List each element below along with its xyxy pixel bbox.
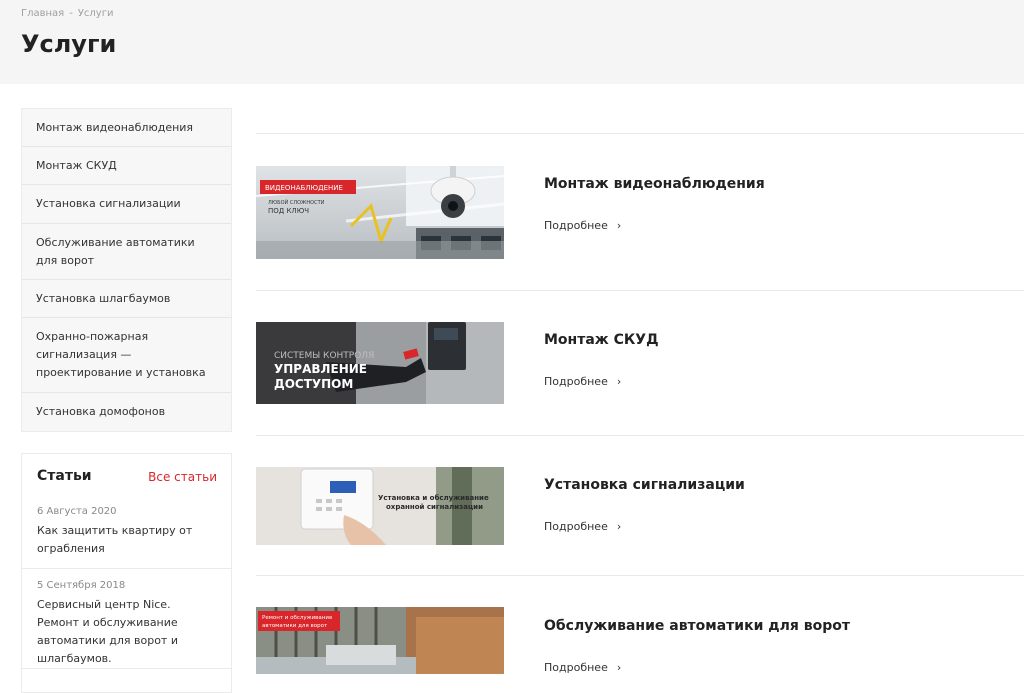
article-item (22, 668, 231, 669)
banner-text: Установка и обслуживание (378, 494, 489, 502)
breadcrumb: Главная - Услуги (21, 8, 113, 19)
chevron-right-icon: › (616, 375, 622, 388)
divider (256, 435, 1024, 436)
service-more-link[interactable]: Подробнее › (544, 219, 621, 232)
sidebar-item-label: Установка шлагбаумов (36, 291, 171, 305)
sidebar-item-label: Охранно-пожарная сигнализация — проектир… (36, 330, 206, 379)
sidebar-item-label: Установка домофонов (36, 405, 166, 418)
sidebar-item-access-control[interactable]: Монтаж СКУД (22, 147, 231, 185)
sidebar-item-video-surveillance[interactable]: Монтаж видеонаблюдения (22, 109, 231, 147)
page-title: Услуги (21, 30, 117, 58)
banner-text: ЛЮБОЙ СЛОЖНОСТИ (268, 199, 325, 206)
service-title[interactable]: Обслуживание автоматики для ворот (544, 618, 850, 634)
sidebar-menu: Монтаж видеонаблюдения Монтаж СКУД Устан… (21, 108, 232, 432)
sidebar-item-gate-automation[interactable]: Обслуживание автоматики для ворот (22, 224, 231, 280)
sidebar-item-label: Монтаж видеонаблюдения (36, 120, 194, 134)
more-label: Подробнее (544, 375, 608, 388)
article-title: Как защитить квартиру от ограбления (37, 524, 193, 555)
sidebar-item-alarm-installation[interactable]: Установка сигнализации (22, 185, 231, 224)
more-label: Подробнее (544, 520, 608, 533)
banner-text: СИСТЕМЫ КОНТРОЛЯ (274, 351, 374, 361)
article-date: 5 Сентября 2018 (37, 580, 126, 591)
service-title[interactable]: Монтаж СКУД (544, 332, 659, 348)
banner-text: охранной сигнализации (386, 503, 483, 511)
chevron-right-icon: › (616, 661, 622, 674)
breadcrumb-current: Услуги (77, 8, 114, 19)
breadcrumb-separator: - (69, 8, 73, 19)
service-title[interactable]: Монтаж видеонаблюдения (544, 176, 765, 192)
article-item[interactable]: 5 Сентября 2018 Сервисный центр Nice. Ре… (22, 568, 231, 668)
articles-title: Статьи (37, 468, 92, 484)
chevron-right-icon: › (616, 219, 622, 232)
sidebar-item-fire-alarm[interactable]: Охранно-пожарная сигнализация — проектир… (22, 318, 231, 393)
service-more-link[interactable]: Подробнее › (544, 375, 621, 388)
sidebar-item-label: Монтаж СКУД (36, 158, 117, 172)
service-more-link[interactable]: Подробнее › (544, 520, 621, 533)
sidebar-item-label: Обслуживание автоматики для ворот (36, 235, 195, 267)
divider (256, 575, 1024, 576)
services-list: ВИДЕОНАБЛЮДЕНИЕ ЛЮБОЙ СЛОЖНОСТИ ПОД КЛЮЧ… (256, 0, 1024, 685)
articles-header: Статьи Все статьи (37, 468, 217, 488)
article-date: 6 Августа 2020 (37, 506, 117, 517)
banner-text: автоматики для ворот (262, 623, 328, 629)
banner-text: Ремонт и обслуживание (262, 615, 333, 621)
more-label: Подробнее (544, 219, 608, 232)
banner-text: ДОСТУПОМ (274, 377, 353, 391)
divider (256, 133, 1024, 134)
banner-text: ВИДЕОНАБЛЮДЕНИЕ (265, 184, 343, 192)
articles-widget: Статьи Все статьи 6 Августа 2020 Как защ… (21, 453, 232, 693)
service-image-gates[interactable]: Ремонт и обслуживание автоматики для вор… (256, 607, 504, 674)
divider (256, 290, 1024, 291)
more-label: Подробнее (544, 661, 608, 674)
breadcrumb-home-link[interactable]: Главная (21, 8, 64, 19)
sidebar-item-intercoms[interactable]: Установка домофонов (22, 393, 231, 431)
all-articles-link[interactable]: Все статьи (148, 470, 217, 484)
service-image-video[interactable]: ВИДЕОНАБЛЮДЕНИЕ ЛЮБОЙ СЛОЖНОСТИ ПОД КЛЮЧ (256, 166, 504, 259)
sidebar-item-barriers[interactable]: Установка шлагбаумов (22, 280, 231, 318)
chevron-right-icon: › (616, 520, 622, 533)
article-title: Сервисный центр Nice. Ремонт и обслужива… (37, 598, 178, 665)
article-item[interactable]: 6 Августа 2020 Как защитить квартиру от … (22, 495, 231, 558)
service-more-link[interactable]: Подробнее › (544, 661, 621, 674)
service-image-access-control[interactable]: СИСТЕМЫ КОНТРОЛЯ УПРАВЛЕНИЕ ДОСТУПОМ (256, 322, 504, 404)
service-title[interactable]: Установка сигнализации (544, 477, 745, 493)
banner-text: УПРАВЛЕНИЕ (274, 362, 367, 376)
sidebar-item-label: Установка сигнализации (36, 197, 181, 210)
banner-text: ПОД КЛЮЧ (268, 207, 309, 215)
service-image-alarm[interactable]: Установка и обслуживание охранной сигнал… (256, 467, 504, 545)
